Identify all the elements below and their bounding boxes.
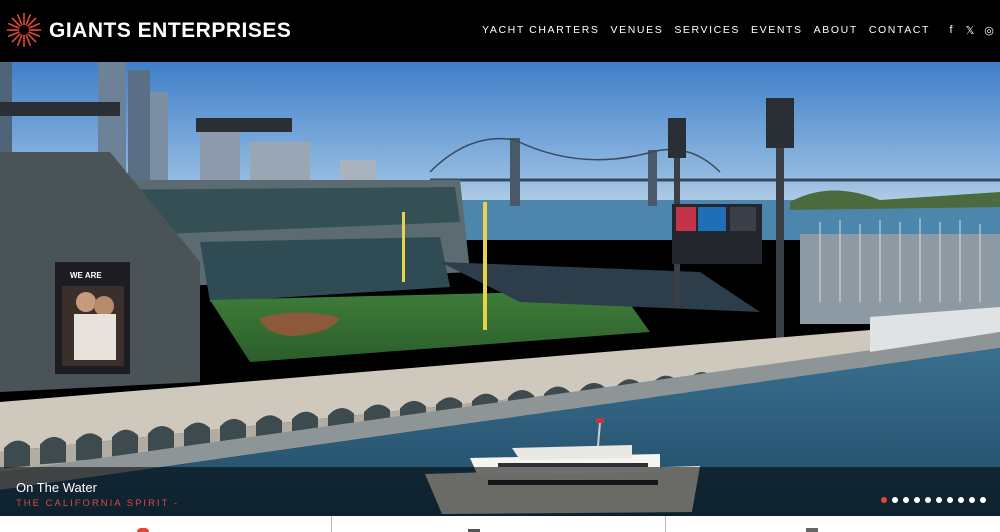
nav-venues[interactable]: VENUES [611,24,664,36]
brand-name[interactable]: GIANTS ENTERPRISES [49,19,291,43]
instagram-icon[interactable]: ◎ [984,24,994,37]
hero-slider[interactable]: WE ARE [0,62,1000,516]
slide-dot[interactable] [925,497,931,503]
panel-1-icon [137,528,149,532]
slide-caption-bar: On The Water THE CALIFORNIA SPIRIT - [0,467,1000,516]
feature-panels [0,516,1000,532]
slide-dot[interactable] [914,497,920,503]
slide-dot[interactable] [881,497,887,503]
stadium-sign-text: WE ARE [70,271,102,280]
nav-services[interactable]: SERVICES [674,24,740,36]
facebook-icon[interactable]: f [946,24,956,36]
nav-yacht-charters[interactable]: YACHT CHARTERS [482,24,600,36]
slide-dot[interactable] [947,497,953,503]
slide-dot[interactable] [980,497,986,503]
starburst-logo-icon[interactable] [6,12,42,48]
nav-about[interactable]: ABOUT [814,24,858,36]
social-links: f 𝕏 ◎ [946,24,994,37]
slide-dot[interactable] [892,497,898,503]
twitter-icon[interactable]: 𝕏 [965,24,975,37]
slide-subtitle[interactable]: THE CALIFORNIA SPIRIT - [16,498,179,509]
feature-panel-2[interactable] [331,516,667,532]
feature-panel-3[interactable] [666,516,1000,532]
panel-3-icon [806,528,819,532]
slide-pagination [881,497,986,503]
slide-dot[interactable] [936,497,942,503]
nav-contact[interactable]: CONTACT [869,24,930,36]
slide-dot[interactable] [958,497,964,503]
slide-title: On The Water [16,480,97,495]
feature-panel-1[interactable] [0,516,332,532]
nav-events[interactable]: EVENTS [751,24,803,36]
hero-image: WE ARE [0,62,1000,516]
site-header: GIANTS ENTERPRISES YACHT CHARTERS VENUES… [0,0,1000,62]
main-nav: YACHT CHARTERS VENUES SERVICES EVENTS AB… [482,24,930,36]
slide-dot[interactable] [969,497,975,503]
slide-dot[interactable] [903,497,909,503]
